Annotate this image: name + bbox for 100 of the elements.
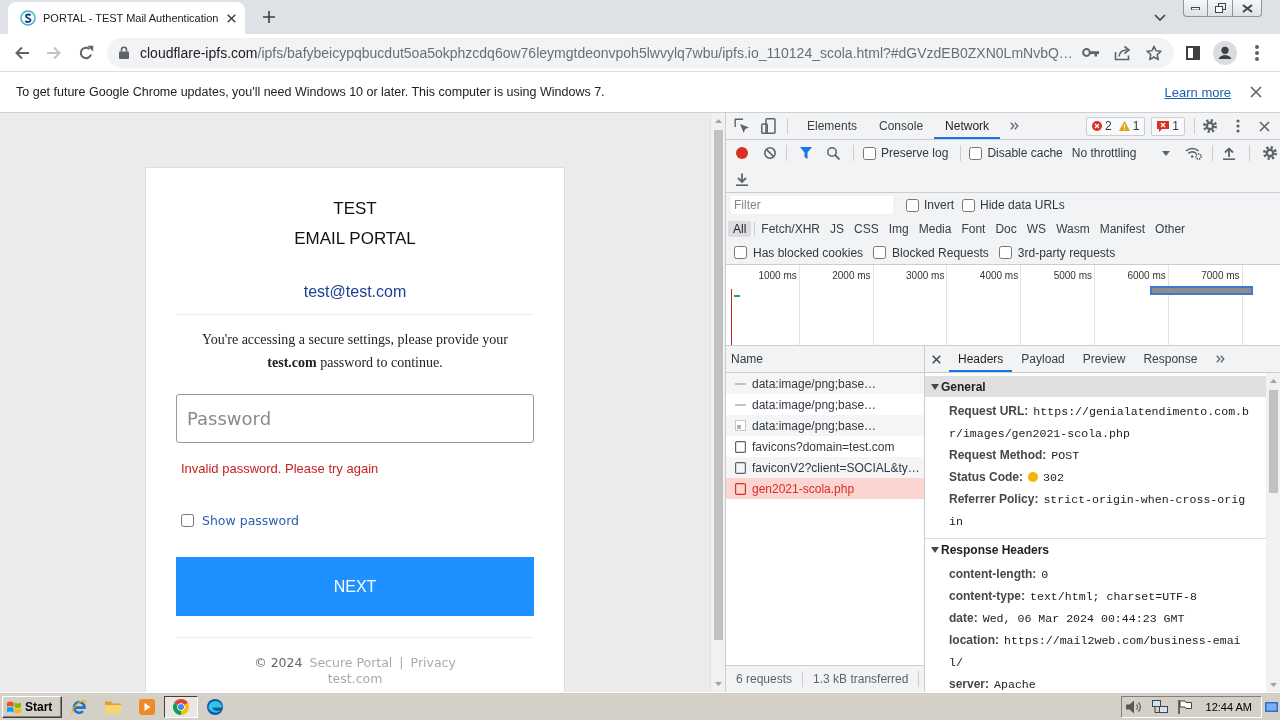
taskbar-button[interactable] (164, 695, 198, 718)
desktop-tile-icon[interactable] (1265, 701, 1278, 712)
request-row[interactable]: data:image/png;base… (726, 394, 924, 415)
device-icon[interactable] (761, 118, 777, 134)
settings-icon[interactable] (1262, 146, 1277, 160)
section-header[interactable]: Response Headers (925, 539, 1266, 560)
type-filter-tab[interactable]: Wasm (1051, 221, 1095, 237)
request-row[interactable]: faviconV2?client=SOCIAL&ty… (726, 457, 924, 478)
issue-count: 1 (1172, 119, 1179, 133)
browser-tab[interactable]: PORTAL - TEST Mail Authentication (8, 2, 245, 34)
wifi-gear-icon[interactable] (1184, 146, 1202, 160)
download-icon[interactable] (736, 172, 748, 186)
panel-tab[interactable]: Elements (796, 113, 869, 139)
speaker-icon[interactable] (1125, 699, 1142, 714)
letter-e-icon[interactable] (71, 698, 87, 715)
side-panel-icon[interactable] (1186, 45, 1200, 60)
checkbox[interactable] (863, 146, 876, 160)
checkbox[interactable] (734, 246, 747, 259)
flag-icon[interactable] (1177, 699, 1192, 714)
key-icon[interactable] (1082, 48, 1099, 57)
network-icon[interactable] (1151, 699, 1168, 714)
plus-icon[interactable] (263, 11, 275, 23)
checkbox[interactable] (873, 246, 887, 259)
lock-icon[interactable] (119, 46, 129, 59)
more-options-icon[interactable] (1236, 119, 1240, 133)
copyright-text: © 2024 (254, 655, 303, 671)
detail-tab[interactable]: Headers (949, 346, 1013, 372)
checkbox[interactable] (969, 146, 983, 160)
back-icon[interactable] (14, 44, 30, 61)
type-filter-tab[interactable]: Img (883, 221, 914, 237)
checkbox[interactable] (998, 246, 1012, 259)
type-filter-tab[interactable]: Doc (990, 221, 1022, 237)
address-bar[interactable]: cloudflare-ipfs.com/ipfs/bafybeicypqbucdut5oa5okphzcdq6ow76leymgtdeonvpoh5lwvylq7wbu/ipfs.io_110124_scola.html?#dGVzdEB0ZXN0LmNvbQ… (107, 37, 1174, 68)
reload-icon[interactable] (78, 44, 94, 61)
minimize-button[interactable] (1183, 0, 1208, 17)
type-filter-tab[interactable]: All (728, 221, 752, 237)
column-header[interactable]: Name (726, 346, 924, 373)
upload-icon[interactable] (1222, 146, 1235, 160)
clear-icon[interactable] (764, 147, 776, 159)
type-filter-tab[interactable]: Manifest (1094, 221, 1151, 237)
throttling-select[interactable]: No throttling (1071, 143, 1174, 163)
request-row[interactable]: data:image/png;base… (726, 415, 924, 436)
scrollbar-thumb[interactable] (713, 130, 723, 640)
record-icon[interactable] (736, 147, 748, 159)
filter-icon[interactable] (800, 147, 812, 159)
request-row[interactable]: gen2021-scola.php (726, 478, 924, 499)
play-tile-icon[interactable] (139, 698, 155, 715)
section-header[interactable]: General (925, 376, 1266, 397)
close-icon[interactable] (1250, 86, 1262, 98)
header-line: Request URL: https://genialatendimento.com.br/images/gen2021-scola.php (949, 403, 1251, 442)
menu-icon[interactable] (1255, 44, 1259, 61)
scrollbar-thumb[interactable] (1268, 390, 1278, 493)
detail-tab[interactable]: Preview (1073, 346, 1135, 372)
show-password-label[interactable]: Show password (202, 512, 300, 528)
learn-more-link[interactable]: Learn more (1164, 84, 1231, 100)
type-filter-tab[interactable]: CSS (849, 221, 884, 237)
panel-tab[interactable]: Network (934, 113, 1001, 139)
swirl-logo-icon[interactable] (207, 698, 223, 715)
clock-text[interactable]: 12:44 AM (1205, 700, 1252, 713)
issues-button[interactable]: 1 (1151, 116, 1185, 136)
checkbox[interactable] (962, 198, 975, 212)
inspect-icon[interactable] (734, 118, 750, 134)
error-icon (1091, 121, 1102, 131)
panel-tab[interactable]: Console (868, 113, 935, 139)
more-tabs-icon[interactable] (1216, 355, 1226, 363)
password-field[interactable]: Password (176, 394, 534, 443)
type-filter-tab[interactable]: WS (1021, 221, 1052, 237)
star-icon[interactable] (1146, 44, 1162, 61)
close-icon[interactable] (932, 354, 941, 364)
request-row[interactable]: favicons?domain=test.com (726, 436, 924, 457)
favicon-icon (20, 10, 36, 26)
close-button[interactable] (1233, 0, 1262, 17)
close-icon[interactable] (227, 13, 236, 23)
type-filter-tab[interactable]: Font (956, 221, 991, 237)
console-counts-button[interactable]: 2 1 (1085, 116, 1146, 136)
infobar-message: To get future Google Chrome updates, you'll need Windows 10 or later. This computer is using Windows 7. (16, 85, 605, 99)
header-line: date: Wed, 06 Mar 2024 00:44:23 GMT (949, 610, 1185, 627)
search-icon[interactable] (827, 146, 840, 160)
checkbox[interactable] (906, 198, 919, 212)
checkbox-label: Preserve log (881, 146, 949, 160)
filter-field[interactable]: Filter (731, 196, 893, 214)
request-row[interactable]: data:image/png;base… (726, 373, 924, 394)
type-filter-tab[interactable]: JS (825, 221, 850, 237)
avatar-icon[interactable] (1213, 40, 1237, 65)
checkbox-label: Disable cache (987, 146, 1063, 160)
header-line: content-length: 0 (949, 566, 1049, 583)
start-button[interactable]: Start (2, 695, 62, 718)
show-password-checkbox[interactable] (181, 513, 194, 527)
close-icon[interactable] (1259, 120, 1270, 132)
chevron-down-icon[interactable] (1154, 13, 1166, 21)
settings-icon[interactable] (1203, 119, 1217, 133)
restore-button[interactable] (1208, 0, 1233, 17)
type-filter-tab[interactable]: Media (913, 221, 957, 237)
type-filter-tab[interactable]: Other (1150, 221, 1191, 237)
detail-tab[interactable]: Payload (1012, 346, 1074, 372)
more-tabs-icon[interactable] (1010, 122, 1020, 130)
share-icon[interactable] (1114, 44, 1131, 61)
detail-tab[interactable]: Response (1134, 346, 1207, 372)
checkbox-label: Has blocked cookies (753, 245, 864, 260)
type-filter-tab[interactable]: Fetch/XHR (756, 221, 826, 237)
